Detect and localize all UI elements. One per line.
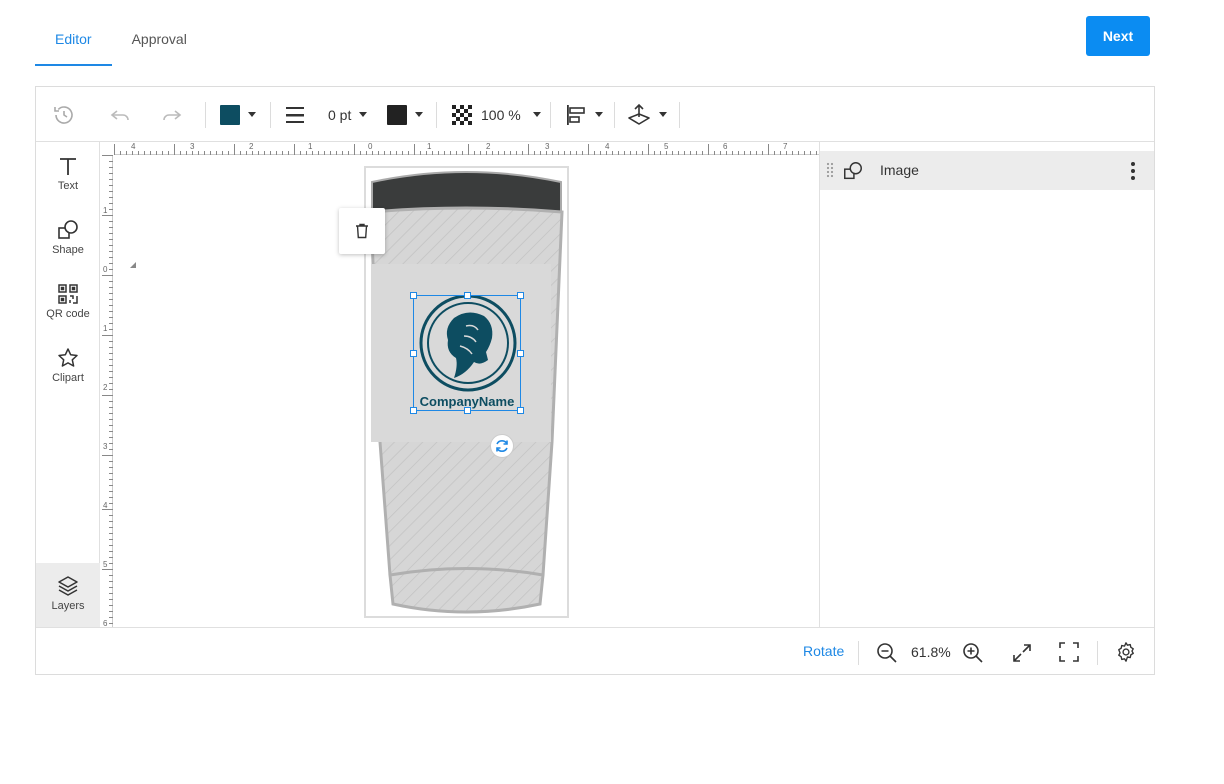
shape-icon bbox=[58, 220, 78, 239]
sidebar-item-shape[interactable]: Shape bbox=[36, 218, 100, 282]
trash-icon bbox=[356, 223, 368, 239]
resize-handle[interactable] bbox=[464, 292, 471, 299]
bottom-divider bbox=[1097, 641, 1098, 665]
chevron-down-icon bbox=[359, 112, 368, 117]
selected-logo-image[interactable]: CompanyName bbox=[410, 292, 524, 414]
layer-item-label: Image bbox=[880, 162, 919, 178]
stroke-color-picker[interactable] bbox=[387, 87, 423, 142]
undo-button[interactable] bbox=[108, 87, 132, 142]
star-icon bbox=[58, 348, 78, 367]
opacity-checker-icon bbox=[452, 104, 472, 125]
sidebar-item-label: Layers bbox=[51, 600, 85, 612]
chevron-down-icon bbox=[532, 112, 541, 117]
sidebar-item-layers[interactable]: Layers bbox=[36, 563, 100, 627]
design-canvas[interactable]: 4 3 2 1 0 1 2 3 4 5 6 7 1 0 1 2 3 4 5 6 bbox=[100, 142, 819, 627]
align-dropdown[interactable] bbox=[565, 87, 603, 142]
tab-approval[interactable]: Approval bbox=[112, 0, 207, 66]
toolbar: 0 pt 100 % bbox=[36, 87, 1154, 142]
redo-button[interactable] bbox=[160, 87, 184, 142]
gear-icon[interactable] bbox=[1115, 641, 1137, 663]
align-left-icon bbox=[567, 104, 585, 125]
stroke-color-swatch bbox=[387, 104, 407, 125]
resize-handle[interactable] bbox=[410, 350, 417, 357]
rotate-icon bbox=[496, 440, 508, 452]
sidebar-item-label: Text bbox=[57, 180, 79, 192]
opacity-dropdown[interactable]: 100 % bbox=[452, 87, 541, 142]
redo-icon bbox=[163, 109, 182, 120]
sidebar-item-label: QR code bbox=[46, 308, 90, 320]
resize-handle[interactable] bbox=[464, 407, 471, 414]
shape-icon bbox=[844, 162, 862, 180]
sidebar-item-clipart[interactable]: Clipart bbox=[36, 346, 100, 410]
toolbar-divider bbox=[205, 102, 206, 128]
arrange-icon bbox=[628, 103, 650, 125]
history-icon bbox=[54, 105, 73, 124]
fullscreen-icon[interactable] bbox=[1058, 641, 1080, 663]
stroke-width-dropdown[interactable]: 0 pt bbox=[328, 87, 368, 142]
sidebar-item-text[interactable]: Text bbox=[36, 154, 100, 218]
fill-color-picker[interactable] bbox=[220, 87, 256, 142]
rotate-button[interactable]: Rotate bbox=[803, 643, 844, 659]
tab-editor[interactable]: Editor bbox=[35, 0, 112, 66]
resize-handle[interactable] bbox=[410, 407, 417, 414]
history-button[interactable] bbox=[52, 87, 76, 142]
toolbar-divider bbox=[550, 102, 551, 128]
toolbar-divider bbox=[679, 102, 680, 128]
resize-handle[interactable] bbox=[517, 407, 524, 414]
fill-color-swatch bbox=[220, 104, 240, 125]
toolbar-divider bbox=[270, 102, 271, 128]
sidebar-item-label: Shape bbox=[52, 244, 84, 256]
tool-sidebar: Text Shape QR code Clipart Layers bbox=[36, 142, 100, 627]
rotate-handle[interactable] bbox=[490, 434, 514, 458]
sidebar-item-label: Clipart bbox=[52, 372, 84, 384]
drag-handle-icon[interactable] bbox=[825, 161, 835, 181]
bottom-bar: Rotate 61.8% bbox=[36, 627, 1154, 675]
line-weight-icon bbox=[286, 106, 304, 123]
chevron-down-icon bbox=[415, 112, 423, 117]
editor-frame: 0 pt 100 % Text Shape QR code Clipart La… bbox=[35, 86, 1155, 675]
layer-item[interactable]: Image bbox=[820, 151, 1154, 190]
sidebar-item-qr-code[interactable]: QR code bbox=[36, 282, 100, 346]
zoom-out-icon[interactable] bbox=[876, 642, 898, 664]
resize-handle[interactable] bbox=[410, 292, 417, 299]
undo-icon bbox=[110, 109, 129, 120]
expand-icon[interactable] bbox=[1011, 642, 1033, 664]
text-icon bbox=[60, 158, 76, 175]
stroke-width-icon-button[interactable] bbox=[285, 87, 305, 142]
chevron-down-icon bbox=[248, 112, 256, 117]
next-button[interactable]: Next bbox=[1086, 16, 1150, 56]
more-vert-icon[interactable] bbox=[1130, 161, 1136, 181]
arrange-dropdown[interactable] bbox=[627, 87, 667, 142]
chevron-down-icon bbox=[659, 112, 667, 117]
lion-logo-icon bbox=[419, 296, 517, 392]
layers-panel: Image bbox=[819, 142, 1154, 627]
stroke-width-value: 0 pt bbox=[328, 106, 352, 123]
zoom-level: 61.8% bbox=[911, 644, 951, 660]
toolbar-divider bbox=[436, 102, 437, 128]
layers-icon bbox=[58, 576, 78, 596]
chevron-down-icon bbox=[595, 112, 603, 117]
qr-code-icon bbox=[58, 284, 78, 304]
opacity-value: 100 % bbox=[481, 106, 521, 123]
toolbar-divider bbox=[614, 102, 615, 128]
resize-handle[interactable] bbox=[517, 350, 524, 357]
delete-button[interactable] bbox=[339, 208, 385, 254]
resize-handle[interactable] bbox=[517, 292, 524, 299]
zoom-in-icon[interactable] bbox=[962, 642, 984, 664]
bottom-divider bbox=[858, 641, 859, 665]
tab-bar: Editor Approval bbox=[35, 0, 207, 66]
